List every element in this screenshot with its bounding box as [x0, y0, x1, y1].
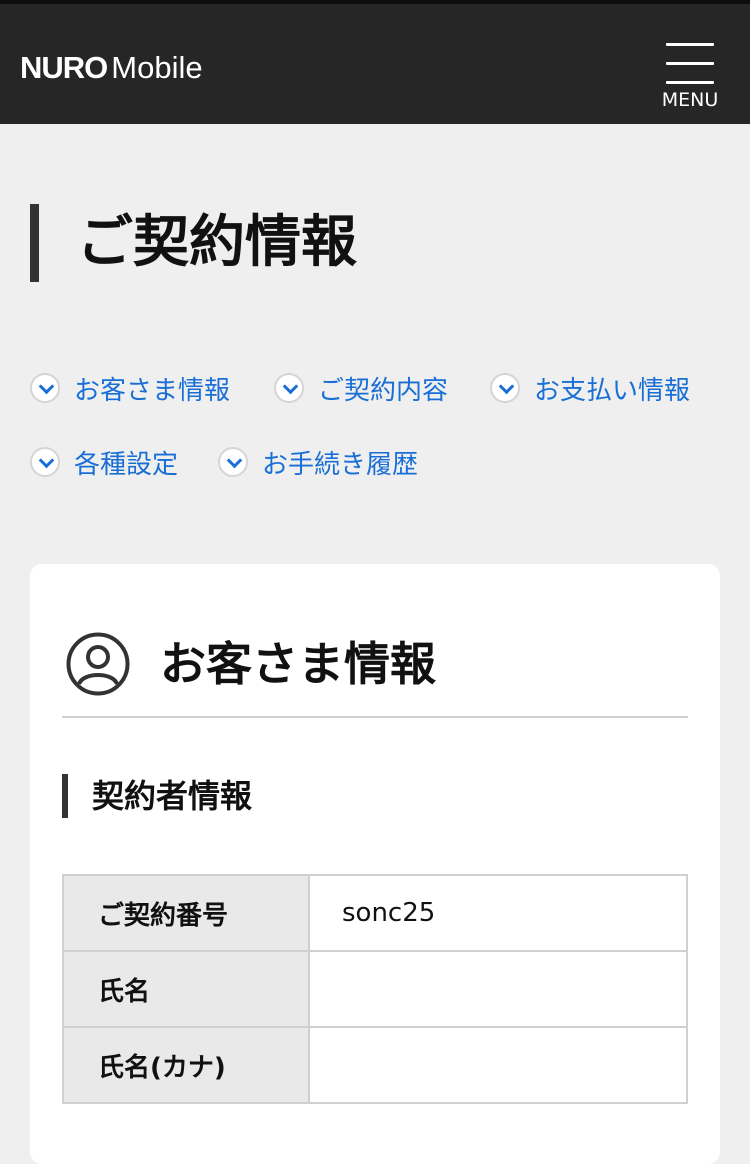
contractor-info-table: ご契約番号 sonc25 氏名 氏名(カナ) — [62, 874, 688, 1104]
row-value — [308, 1026, 688, 1104]
anchor-link-procedure-history[interactable]: お手続き履歴 — [218, 442, 418, 482]
anchor-link-customer-info[interactable]: お客さま情報 — [30, 368, 230, 408]
menu-button[interactable]: MENU — [662, 40, 720, 120]
page-title: ご契約情報 — [30, 204, 357, 282]
chevron-down-icon — [274, 373, 304, 403]
table-row: ご契約番号 sonc25 — [62, 874, 688, 952]
nuro-mobile-logo[interactable]: NURO Mobile — [20, 48, 203, 88]
row-value — [308, 950, 688, 1028]
anchor-link-payment-info[interactable]: お支払い情報 — [490, 368, 690, 408]
hamburger-icon — [666, 43, 714, 46]
anchor-link-contract-details[interactable]: ご契約内容 — [274, 368, 448, 408]
logo-bold-text: NURO — [20, 50, 108, 85]
section-title: 契約者情報 — [62, 774, 252, 818]
chevron-down-icon — [490, 373, 520, 403]
user-circle-icon — [66, 632, 130, 696]
anchor-link-label: 各種設定 — [74, 449, 179, 480]
menu-label: MENU — [661, 89, 719, 111]
logo-light-text: Mobile — [111, 50, 203, 85]
table-row: 氏名 — [62, 950, 688, 1028]
row-label: ご契約番号 — [62, 874, 310, 952]
anchor-link-label: お客さま情報 — [74, 375, 231, 406]
row-label: 氏名(カナ) — [62, 1026, 310, 1104]
customer-info-card: お客さま情報 契約者情報 ご契約番号 sonc25 氏名 氏名(カナ) — [30, 564, 720, 1164]
anchor-link-label: お支払い情報 — [534, 375, 691, 406]
card-title: お客さま情報 — [160, 637, 436, 691]
row-label: 氏名 — [62, 950, 310, 1028]
card-header: お客さま情報 — [62, 628, 688, 718]
site-header: NURO Mobile MENU — [0, 0, 750, 124]
anchor-link-label: ご契約内容 — [318, 375, 449, 406]
anchor-link-settings[interactable]: 各種設定 — [30, 442, 178, 482]
chevron-down-icon — [30, 373, 60, 403]
row-value: sonc25 — [308, 874, 688, 952]
anchor-link-label: お手続き履歴 — [262, 449, 419, 480]
table-row: 氏名(カナ) — [62, 1026, 688, 1104]
chevron-down-icon — [30, 447, 60, 477]
chevron-down-icon — [218, 447, 248, 477]
